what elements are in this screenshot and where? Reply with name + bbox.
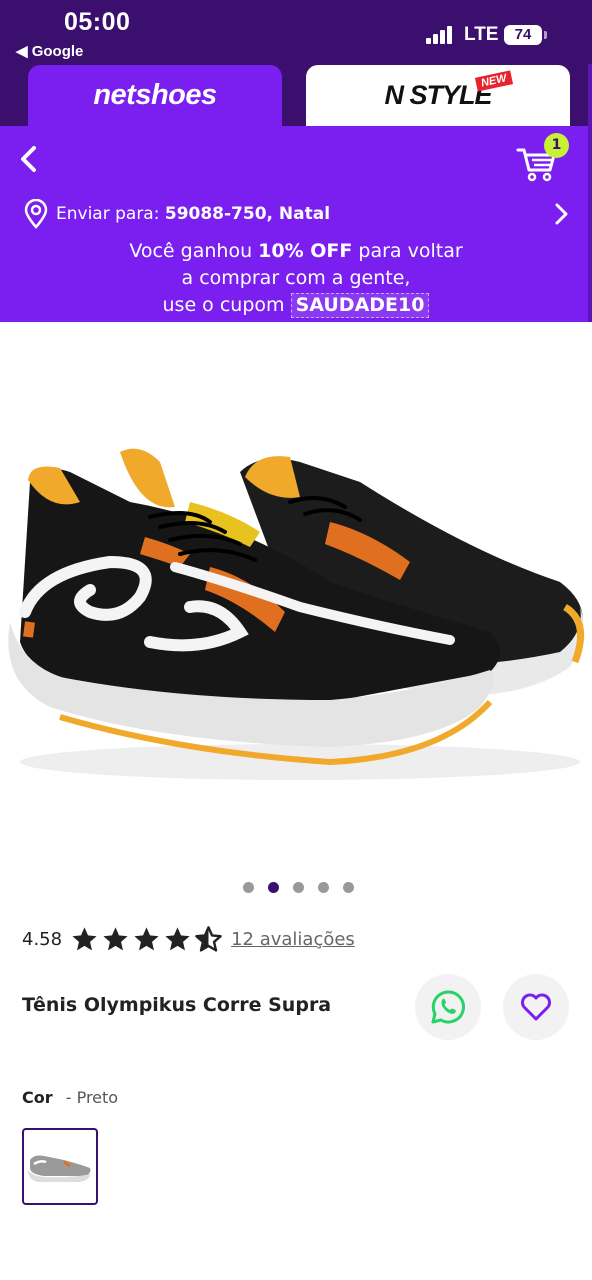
netshoes-logo: netshoes — [93, 79, 217, 111]
product-image[interactable] — [0, 322, 592, 870]
rating-row: 4.58 12 avaliações — [22, 924, 355, 954]
heart-icon — [521, 993, 551, 1021]
scrollbar — [588, 64, 592, 324]
whatsapp-share-button[interactable] — [415, 974, 481, 1040]
promo-banner: Você ganhou 10% OFF para voltar a compra… — [0, 238, 592, 319]
promo-discount: 10% OFF — [258, 240, 353, 262]
favorite-button[interactable] — [503, 974, 569, 1040]
star-half-icon — [195, 925, 222, 952]
sneaker-illustration — [8, 448, 585, 780]
chevron-left-icon — [21, 146, 36, 172]
reviews-link[interactable]: 12 avaliações — [231, 929, 355, 950]
network-type: LTE — [464, 24, 499, 45]
star-icon — [72, 926, 97, 950]
status-time: 05:00 — [64, 8, 131, 36]
back-button[interactable] — [14, 142, 44, 176]
tab-netshoes[interactable]: netshoes — [28, 65, 282, 126]
sneaker-thumbnail — [28, 1155, 91, 1182]
star-icon — [165, 926, 190, 950]
signal-icon — [426, 26, 458, 44]
cart-count-badge: 1 — [544, 133, 569, 158]
promo-text-3: use o cupom — [162, 294, 291, 316]
location-pin-icon — [24, 199, 48, 229]
promo-text-1b: para voltar — [352, 240, 463, 262]
shipping-address: 59088-750, Natal — [164, 204, 331, 224]
star-icon — [134, 926, 159, 950]
gallery-dots — [0, 882, 592, 893]
brand-tabs: netshoes N STYLE NEW — [0, 64, 592, 126]
star-icon — [103, 926, 128, 950]
shipping-row[interactable]: Enviar para: 59088-750, Natal — [22, 198, 572, 230]
chevron-right-icon — [555, 203, 568, 225]
gallery-dot-active[interactable] — [267, 882, 279, 893]
gallery-dot[interactable] — [292, 882, 304, 893]
color-swatch-selected[interactable] — [22, 1128, 98, 1205]
rating-stars — [70, 925, 223, 954]
gallery-dot[interactable] — [242, 882, 254, 893]
color-value: - Preto — [65, 1088, 119, 1107]
color-row: Cor - Preto — [22, 1088, 118, 1107]
product-title: Tênis Olympikus Corre Supra — [22, 994, 332, 1016]
status-bar: 05:00 ◀ Google LTE 74 — [0, 0, 592, 64]
coupon-code[interactable]: SAUDADE10 — [290, 293, 430, 318]
battery-icon: 74 — [504, 25, 547, 45]
gallery-dot[interactable] — [342, 882, 354, 893]
shipping-label: Enviar para: — [56, 204, 160, 224]
whatsapp-icon — [431, 990, 465, 1024]
color-label: Cor — [22, 1088, 53, 1107]
tab-nstyle[interactable]: N STYLE — [306, 65, 570, 126]
rating-value: 4.58 — [22, 928, 63, 950]
promo-text-2: a comprar com a gente, — [181, 267, 411, 289]
gallery-dot[interactable] — [317, 882, 329, 893]
back-to-app-link[interactable]: ◀ Google — [16, 42, 83, 60]
header: 1 Enviar para: 59088-750, Natal Você gan… — [0, 126, 592, 322]
promo-text-1: Você ganhou — [129, 240, 259, 262]
